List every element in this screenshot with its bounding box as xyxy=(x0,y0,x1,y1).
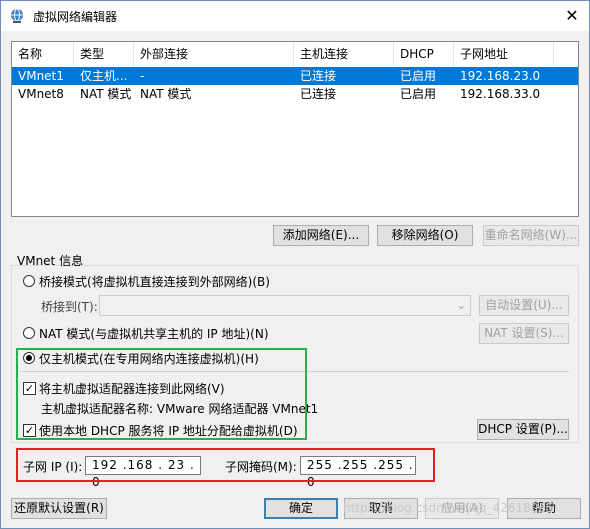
cell-host: 已连接 xyxy=(300,87,337,101)
window-title: 虚拟网络编辑器 xyxy=(33,10,118,24)
cell-external: NAT 模式 xyxy=(140,87,192,101)
column-header-subnet[interactable]: 子网地址 xyxy=(454,42,554,66)
nat-mode-label[interactable]: NAT 模式(与虚拟机共享主机的 IP 地址)(N) xyxy=(39,325,269,342)
nat-mode-radio[interactable] xyxy=(23,327,35,339)
virtual-network-editor-window: 虚拟网络编辑器 ✕ 名称 类型 外部连接 主机连接 DHCP 子网地址 VMne… xyxy=(0,0,590,529)
bridge-to-select[interactable]: ⌄ xyxy=(99,295,471,316)
nat-settings-button[interactable]: NAT 设置(S)... xyxy=(479,323,569,344)
column-header-external[interactable]: 外部连接 xyxy=(134,42,294,66)
chevron-down-icon: ⌄ xyxy=(456,299,466,312)
column-header-host[interactable]: 主机连接 xyxy=(294,42,394,66)
close-icon[interactable]: ✕ xyxy=(555,1,589,31)
auto-settings-button[interactable]: 自动设置(U)... xyxy=(479,295,569,316)
table-row[interactable]: VMnet8 NAT 模式 NAT 模式 已连接 已启用 192.168.33.… xyxy=(12,85,578,103)
cell-type: 仅主机... xyxy=(80,69,128,83)
network-list[interactable]: 名称 类型 外部连接 主机连接 DHCP 子网地址 VMnet1 仅主机... … xyxy=(11,41,579,217)
cell-external: - xyxy=(140,69,145,83)
vmnet-info-label: VMnet 信息 xyxy=(17,254,84,268)
add-network-button[interactable]: 添加网络(E)... xyxy=(273,225,369,246)
remove-network-button[interactable]: 移除网络(O) xyxy=(377,225,473,246)
cell-host: 已连接 xyxy=(300,69,337,83)
column-header-dhcp[interactable]: DHCP xyxy=(394,42,454,66)
bridged-mode-label[interactable]: 桥接模式(将虚拟机直接连接到外部网络)(B) xyxy=(39,273,270,290)
cell-dhcp: 已启用 xyxy=(400,69,437,83)
watermark-text: https://blog.csdn.net/qq_42618065 xyxy=(343,501,554,515)
cell-subnet: 192.168.23.0 xyxy=(460,69,541,83)
ok-button[interactable]: 确定 xyxy=(264,498,338,519)
table-row[interactable]: VMnet1 仅主机... - 已连接 已启用 192.168.23.0 xyxy=(12,67,578,85)
network-globe-icon xyxy=(11,8,23,23)
cell-name: VMnet1 xyxy=(18,69,64,83)
cell-subnet: 192.168.33.0 xyxy=(460,87,541,101)
rename-network-button[interactable]: 重命名网络(W)... xyxy=(483,225,579,246)
title-bar: 虚拟网络编辑器 ✕ xyxy=(1,1,589,31)
cell-name: VMnet8 xyxy=(18,87,64,101)
column-header-type[interactable]: 类型 xyxy=(74,42,134,66)
bridge-to-label: 桥接到(T): xyxy=(41,300,98,314)
cell-dhcp: 已启用 xyxy=(400,87,437,101)
cell-type: NAT 模式 xyxy=(80,87,132,101)
red-highlight-box xyxy=(16,448,435,482)
green-highlight-box xyxy=(16,348,307,440)
bridged-mode-radio[interactable] xyxy=(23,275,35,287)
network-list-header: 名称 类型 外部连接 主机连接 DHCP 子网地址 xyxy=(12,42,578,66)
restore-defaults-button[interactable]: 还原默认设置(R) xyxy=(11,498,107,519)
column-header-name[interactable]: 名称 xyxy=(12,42,74,66)
dhcp-settings-button[interactable]: DHCP 设置(P)... xyxy=(477,419,569,440)
